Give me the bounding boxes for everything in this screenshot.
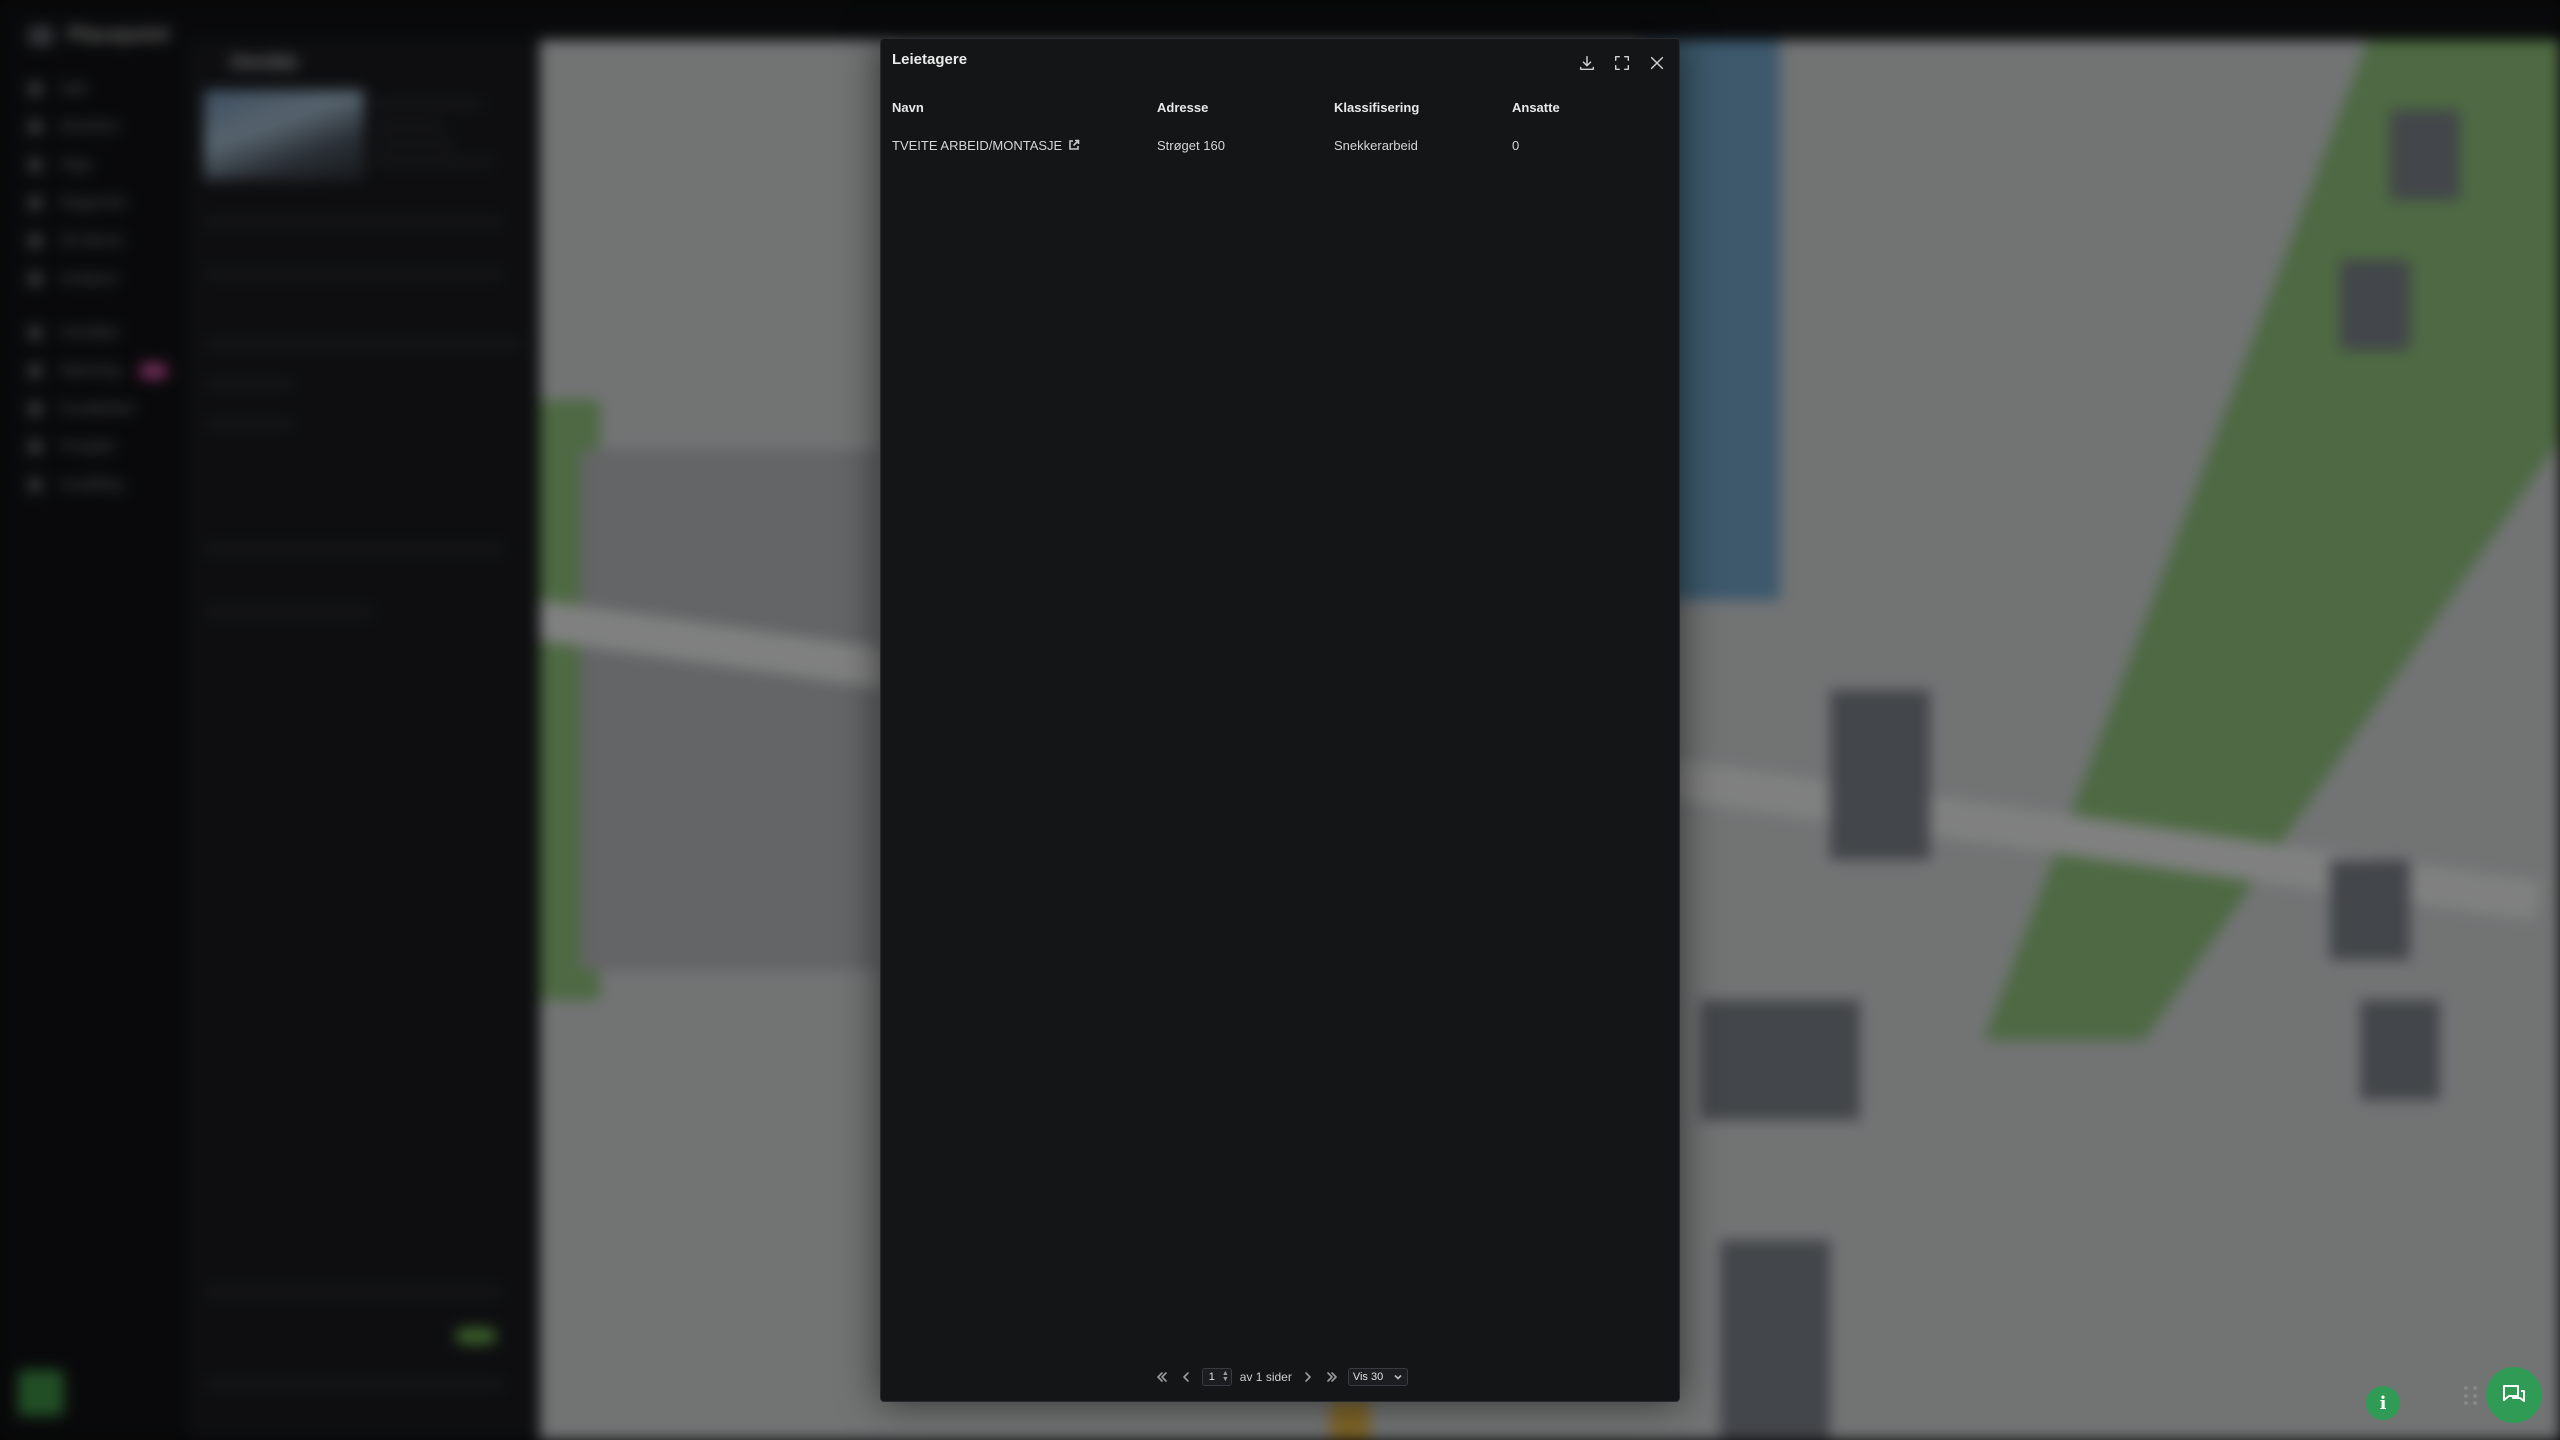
column-header-ansatte[interactable]: Ansatte bbox=[1512, 89, 1560, 127]
column-header-klassifisering[interactable]: Klassifisering bbox=[1334, 89, 1419, 127]
grip-dot bbox=[2464, 1386, 2468, 1390]
fullscreen-icon bbox=[1614, 55, 1630, 71]
tenant-employees: 0 bbox=[1512, 138, 1520, 153]
external-link-icon[interactable] bbox=[1068, 128, 1080, 150]
next-page-button[interactable] bbox=[1300, 1369, 1316, 1385]
prev-page-button[interactable] bbox=[1178, 1369, 1194, 1385]
grip-dot bbox=[2473, 1393, 2477, 1398]
page-number-input[interactable]: 1 ▲ ▼ bbox=[1201, 1368, 1232, 1386]
double-chevron-right-icon bbox=[1327, 1372, 1337, 1382]
chevron-down-icon bbox=[1394, 1374, 1402, 1380]
tenant-name-cell[interactable]: TVEITE ARBEID/MONTASJE bbox=[892, 127, 1080, 165]
grip-dot bbox=[2473, 1386, 2477, 1390]
tenant-name[interactable]: TVEITE ARBEID/MONTASJE bbox=[892, 138, 1062, 153]
grip-dot bbox=[2464, 1401, 2468, 1406]
tenants-dialog: Leietagere Navn Adresse Klassifisering A… bbox=[880, 38, 1680, 1402]
fullscreen-button[interactable] bbox=[1608, 49, 1636, 77]
tenants-table: Navn Adresse Klassifisering Ansatte TVEI… bbox=[881, 89, 1681, 165]
close-button[interactable] bbox=[1643, 49, 1671, 77]
chevron-left-icon bbox=[1182, 1372, 1189, 1382]
page-size-select[interactable]: Vis 30 bbox=[1347, 1368, 1409, 1386]
close-icon bbox=[1650, 56, 1664, 70]
info-icon: i bbox=[2379, 1392, 2387, 1414]
stepper-icon[interactable]: ▲ ▼ bbox=[1222, 1370, 1231, 1383]
dialog-title: Leietagere bbox=[892, 51, 968, 68]
table-row[interactable]: TVEITE ARBEID/MONTASJE Strøget 160 Snekk… bbox=[881, 127, 1681, 165]
chat-button[interactable] bbox=[2486, 1367, 2542, 1423]
grip-dot bbox=[2464, 1393, 2468, 1398]
drag-handle[interactable] bbox=[2464, 1386, 2478, 1406]
last-page-button[interactable] bbox=[1324, 1369, 1340, 1385]
pagination: 1 ▲ ▼ av 1 sider Vis 30 bbox=[881, 1363, 1681, 1391]
first-page-button[interactable] bbox=[1154, 1369, 1170, 1385]
page-count-label: av 1 sider bbox=[1239, 1370, 1292, 1384]
double-chevron-left-icon bbox=[1156, 1372, 1167, 1382]
download-button[interactable] bbox=[1573, 49, 1601, 77]
chevron-right-icon bbox=[1305, 1372, 1311, 1382]
table-header: Navn Adresse Klassifisering Ansatte bbox=[881, 89, 1681, 127]
column-header-navn[interactable]: Navn bbox=[892, 89, 924, 127]
column-header-adresse[interactable]: Adresse bbox=[1157, 89, 1208, 127]
grip-dot bbox=[2473, 1401, 2477, 1406]
tenant-address: Strøget 160 bbox=[1157, 138, 1225, 153]
tenant-classification: Snekkerarbeid bbox=[1334, 138, 1418, 153]
download-icon bbox=[1579, 55, 1595, 71]
info-button[interactable]: i bbox=[2366, 1386, 2400, 1420]
chat-icon bbox=[2503, 1385, 2525, 1402]
